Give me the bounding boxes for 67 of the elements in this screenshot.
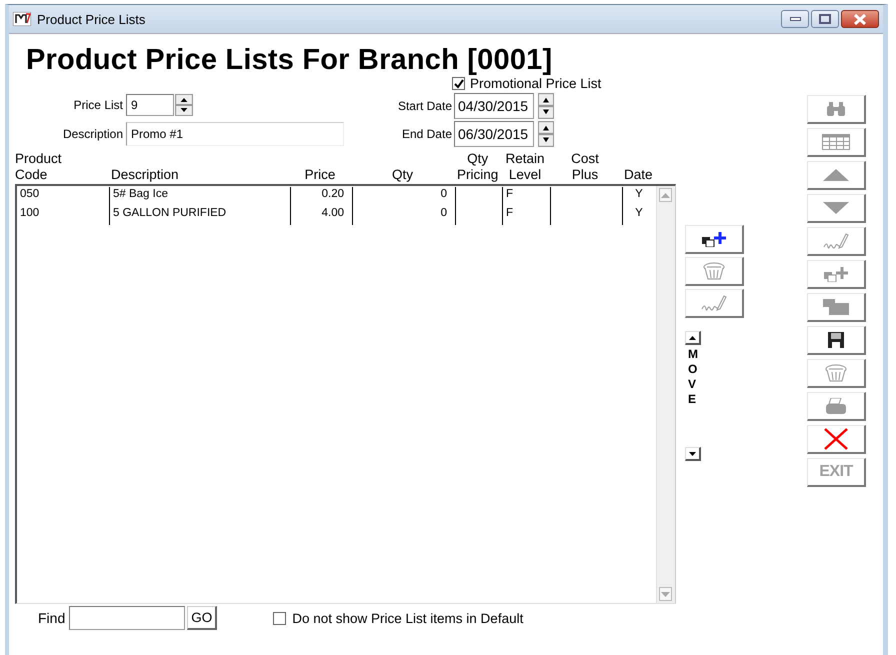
price-list-field[interactable]: 9 [126,94,174,116]
copy-plus-icon [823,266,849,282]
find-field[interactable] [69,606,186,630]
folder-icon [823,299,849,315]
table-icon [822,134,850,150]
table-cell: 100 [17,206,110,225]
find-label: Find [38,610,66,626]
basket-icon [825,364,847,382]
tool-button[interactable] [685,225,744,254]
checkbox[interactable] [452,77,465,90]
end-date-field[interactable]: 06/30/2015 [454,121,534,147]
basket-icon [703,262,725,280]
table-cell: 0 [353,206,456,225]
minimize-icon [790,17,800,21]
signature-pen-icon [823,232,849,250]
column-header: Date [624,167,653,183]
column-header: Qty [392,167,413,183]
spin-buttons[interactable] [538,121,554,147]
down-triangle-icon [689,452,696,456]
signature-pen-icon [701,294,727,312]
table-cell-text: Y [634,206,644,221]
move-up-button[interactable] [685,331,701,345]
move-down-button[interactable] [685,447,701,461]
table-cell: 0.20 [291,187,353,206]
table-cell: F [503,187,551,206]
spin-buttons[interactable] [538,93,554,119]
printer-icon [825,398,847,414]
description-field[interactable]: Promo #1 [126,122,344,146]
column-header: Cost Plus [571,151,599,183]
close-icon [854,14,866,24]
column-header: Qty Pricing [457,151,498,183]
delete-x-icon [824,428,848,450]
table-cell-text: Y [634,187,644,202]
window-title: Product Price Lists [37,12,146,26]
column-header: Price [304,167,336,183]
field-label: End Date [400,127,452,141]
checkbox-label: Do not show Price List items in Default [292,610,524,626]
close-button[interactable] [841,10,879,28]
down-arrow-icon [823,202,849,214]
go-button[interactable]: GO [187,606,218,630]
tool-button[interactable] [807,326,866,355]
move-label: MOVE [688,347,699,407]
column-header: Description [111,167,179,183]
field-label: Price List [72,98,123,112]
table-cell: 4.00 [291,206,353,225]
field-label: Description [62,127,123,141]
binoculars-icon [826,101,846,117]
table-cell: 0 [353,187,456,206]
field-label: Start Date [396,99,452,113]
column-header: Retain Level [505,151,545,183]
minimize-button[interactable] [781,10,809,28]
up-arrow-icon [823,169,849,181]
spin-buttons[interactable] [175,94,193,116]
up-triangle-icon [689,336,696,340]
table-cell: 050 [17,187,110,206]
maximize-icon [819,14,831,24]
app-logo-icon [13,12,31,26]
table-cell: 5 GALLON PURIFIED [110,206,291,225]
copy-plus-icon [701,231,727,247]
checkbox[interactable] [273,612,286,624]
column-header: Product Code [15,151,62,183]
table-cell: F [503,206,551,225]
checkbox-label: Promotional Price List [470,76,602,91]
table-cell: 5# Bag Ice [110,187,291,206]
maximize-button[interactable] [811,10,839,28]
start-date-field[interactable]: 04/30/2015 [454,93,534,119]
page-heading: Product Price Lists For Branch [0001] [26,43,554,78]
